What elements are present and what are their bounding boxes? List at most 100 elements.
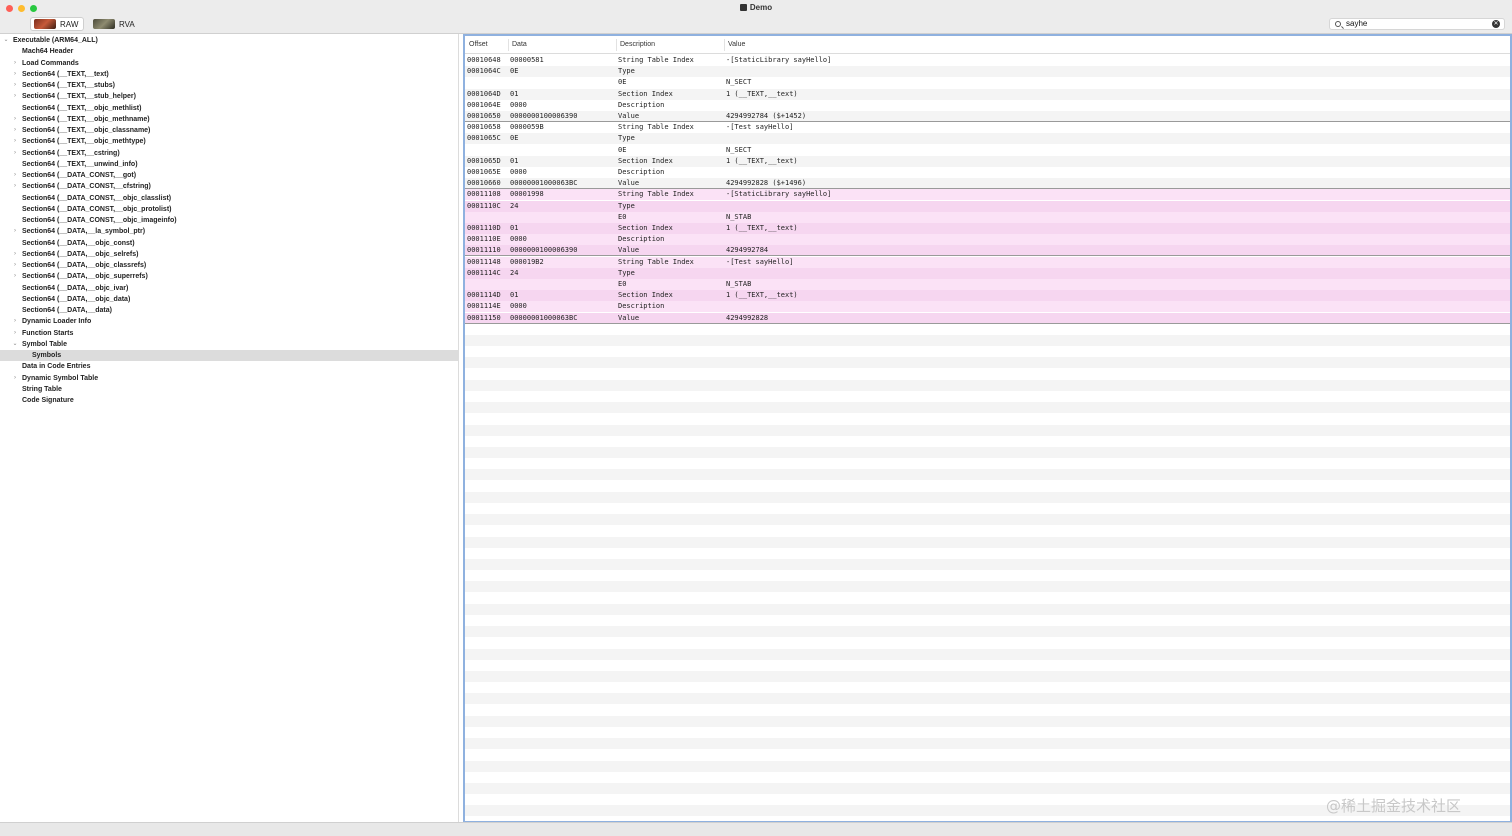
empty-row-stripe	[465, 715, 1510, 727]
column-header-description[interactable]: Description	[620, 41, 655, 48]
sidebar-item-label: Data in Code Entries	[22, 363, 91, 371]
table-row[interactable]: 0001114C 24 Type	[465, 267, 1510, 279]
sidebar-item[interactable]: › Section64 (__DATA_CONST,__got)	[0, 170, 458, 181]
cell-data: 0000	[510, 235, 527, 244]
table-row[interactable]: 00010650 0000000100006390 Value 4294992784 …	[465, 111, 1510, 122]
sidebar-tree: ⌄ Executable (ARM64_ALL) Mach64 Header › Loa…	[0, 34, 459, 822]
table-row[interactable]: 0E N_SECT	[465, 77, 1510, 88]
sidebar-item[interactable]: Code Signature	[0, 395, 458, 406]
table-row[interactable]: 0001065D 01 Section Index 1 (__TEXT,__text)	[465, 155, 1510, 167]
chevron-right-icon[interactable]: ›	[11, 91, 19, 102]
sidebar-item[interactable]: Symbols	[0, 350, 458, 361]
cell-offset: 0001114C	[467, 268, 501, 277]
chevron-right-icon[interactable]: ›	[11, 249, 19, 260]
search-field[interactable]: ✕	[1329, 18, 1505, 30]
chevron-right-icon[interactable]: ›	[11, 136, 19, 147]
column-header-value[interactable]: Value	[728, 41, 745, 48]
cell-offset: 0001065D	[467, 156, 501, 165]
table-row[interactable]: 0001110E 0000 Description	[465, 234, 1510, 246]
clear-search-icon[interactable]: ✕	[1492, 20, 1500, 28]
sidebar-item[interactable]: ⌄ Executable (ARM64_ALL)	[0, 35, 458, 46]
column-header-offset[interactable]: Offset	[469, 41, 488, 48]
table-row[interactable]: 0001064D 01 Section Index 1 (__TEXT,__text)	[465, 88, 1510, 100]
chevron-right-icon[interactable]: ›	[11, 328, 19, 339]
sidebar-item[interactable]: › Section64 (__TEXT,__objc_methname)	[0, 114, 458, 125]
chevron-right-icon[interactable]: ›	[11, 316, 19, 327]
cell-offset: 00011148	[467, 257, 501, 266]
table-row[interactable]: 00011148 000019B2 String Table Index -[Test…	[465, 256, 1510, 268]
sidebar-item[interactable]: › Section64 (__DATA,__objc_superrefs)	[0, 271, 458, 282]
sidebar-item[interactable]: Mach64 Header	[0, 46, 458, 57]
sidebar-item[interactable]: › Section64 (__TEXT,__stubs)	[0, 80, 458, 91]
sidebar-item[interactable]: › Function Starts	[0, 328, 458, 339]
sidebar-item[interactable]: ⌄ Symbol Table	[0, 339, 458, 350]
search-input[interactable]	[1346, 19, 1496, 29]
empty-row-stripe	[465, 503, 1510, 514]
table-row[interactable]: 0001114D 01 Section Index 1 (__TEXT,__text)	[465, 290, 1510, 302]
chevron-right-icon[interactable]: ›	[11, 226, 19, 237]
table-row[interactable]: 00011150 00000001000063BC Value 4294992828	[465, 312, 1510, 324]
empty-row-stripe	[465, 391, 1510, 402]
sidebar-item[interactable]: › Section64 (__DATA,__objc_selrefs)	[0, 249, 458, 260]
table-row[interactable]: 0001064E 0000 Description	[465, 100, 1510, 111]
chevron-right-icon[interactable]: ›	[11, 125, 19, 136]
table-row[interactable]: E0 N_STAB	[465, 211, 1510, 223]
chevron-right-icon[interactable]: ›	[11, 271, 19, 282]
chevron-right-icon[interactable]: ›	[11, 80, 19, 91]
chevron-right-icon[interactable]: ›	[11, 260, 19, 271]
chevron-right-icon[interactable]: ›	[11, 114, 19, 125]
sidebar-item[interactable]: Section64 (__DATA_CONST,__objc_imageinfo…	[0, 215, 458, 226]
sidebar-item[interactable]: Section64 (__DATA,__data)	[0, 305, 458, 316]
sidebar-item[interactable]: › Section64 (__DATA,__objc_classrefs)	[0, 260, 458, 271]
table-row[interactable]: 00011110 0000000100006390 Value 4294992784	[465, 245, 1510, 257]
cell-description: String Table Index	[618, 56, 694, 64]
sidebar-item[interactable]: › Section64 (__DATA,__la_symbol_ptr)	[0, 226, 458, 237]
sidebar-item-label: Dynamic Symbol Table	[22, 374, 99, 382]
raw-mode-button[interactable]: RAW	[30, 17, 84, 31]
cell-offset: 0001064D	[467, 89, 501, 98]
sidebar-item[interactable]: String Table	[0, 384, 458, 395]
table-row[interactable]: 00010648 00000581 String Table Index -[Stat…	[465, 55, 1510, 66]
rva-mode-button[interactable]: RVA	[90, 17, 138, 31]
chevron-right-icon[interactable]: ›	[11, 58, 19, 69]
table-row[interactable]: 0E N_SECT	[465, 145, 1510, 156]
table-row[interactable]: 0001064C 0E Type	[465, 66, 1510, 78]
sidebar-item[interactable]: › Section64 (__DATA_CONST,__cfstring)	[0, 181, 458, 192]
chevron-right-icon[interactable]: ›	[11, 170, 19, 181]
chevron-right-icon[interactable]: ›	[11, 373, 19, 384]
chevron-down-icon[interactable]: ⌄	[2, 35, 10, 46]
sidebar-item-label: Section64 (__TEXT,__objc_methtype)	[22, 138, 146, 146]
table-row[interactable]: E0 N_STAB	[465, 279, 1510, 290]
sidebar-item[interactable]: › Section64 (__TEXT,__cstring)	[0, 148, 458, 159]
sidebar-item[interactable]: Section64 (__DATA,__objc_ivar)	[0, 283, 458, 294]
table-row[interactable]: 0001110C 24 Type	[465, 200, 1510, 212]
sidebar-item[interactable]: › Section64 (__TEXT,__objc_classname)	[0, 125, 458, 136]
sidebar-item[interactable]: Section64 (__TEXT,__unwind_info)	[0, 159, 458, 170]
sidebar-item[interactable]: Data in Code Entries	[0, 361, 458, 372]
table-row[interactable]: 0001114E 0000 Description	[465, 301, 1510, 313]
sidebar-item[interactable]: › Load Commands	[0, 58, 458, 69]
table-row[interactable]: 00011108 00001998 String Table Index -[Stat…	[465, 189, 1510, 201]
table-row[interactable]: 0001065C 0E Type	[465, 133, 1510, 145]
column-header-data[interactable]: Data	[512, 41, 527, 48]
sidebar-item[interactable]: Section64 (__DATA,__objc_data)	[0, 294, 458, 305]
empty-row-stripe	[465, 559, 1510, 570]
table-row[interactable]: 0001110D 01 Section Index 1 (__TEXT,__text)	[465, 223, 1510, 234]
empty-row-stripe	[465, 660, 1510, 671]
sidebar-item[interactable]: › Section64 (__TEXT,__objc_methtype)	[0, 136, 458, 147]
chevron-right-icon[interactable]: ›	[11, 69, 19, 80]
chevron-right-icon[interactable]: ›	[11, 181, 19, 192]
sidebar-item[interactable]: › Dynamic Loader Info	[0, 316, 458, 327]
chevron-down-icon[interactable]: ⌄	[11, 339, 19, 350]
table-row[interactable]: 00010660 00000001000063BC Value 4294992828 …	[465, 178, 1510, 190]
sidebar-item[interactable]: Section64 (__DATA_CONST,__objc_classlist…	[0, 193, 458, 204]
sidebar-item[interactable]: › Section64 (__TEXT,__stub_helper)	[0, 91, 458, 102]
sidebar-item[interactable]: › Section64 (__TEXT,__text)	[0, 69, 458, 80]
table-row[interactable]: 0001065E 0000 Description	[465, 167, 1510, 178]
chevron-right-icon[interactable]: ›	[11, 148, 19, 159]
sidebar-item[interactable]: Section64 (__DATA_CONST,__objc_protolist…	[0, 204, 458, 215]
sidebar-item[interactable]: Section64 (__TEXT,__objc_methlist)	[0, 103, 458, 114]
sidebar-item[interactable]: Section64 (__DATA,__objc_const)	[0, 238, 458, 249]
sidebar-item[interactable]: › Dynamic Symbol Table	[0, 373, 458, 384]
table-row[interactable]: 00010658 0000059B String Table Index -[Test…	[465, 122, 1510, 133]
